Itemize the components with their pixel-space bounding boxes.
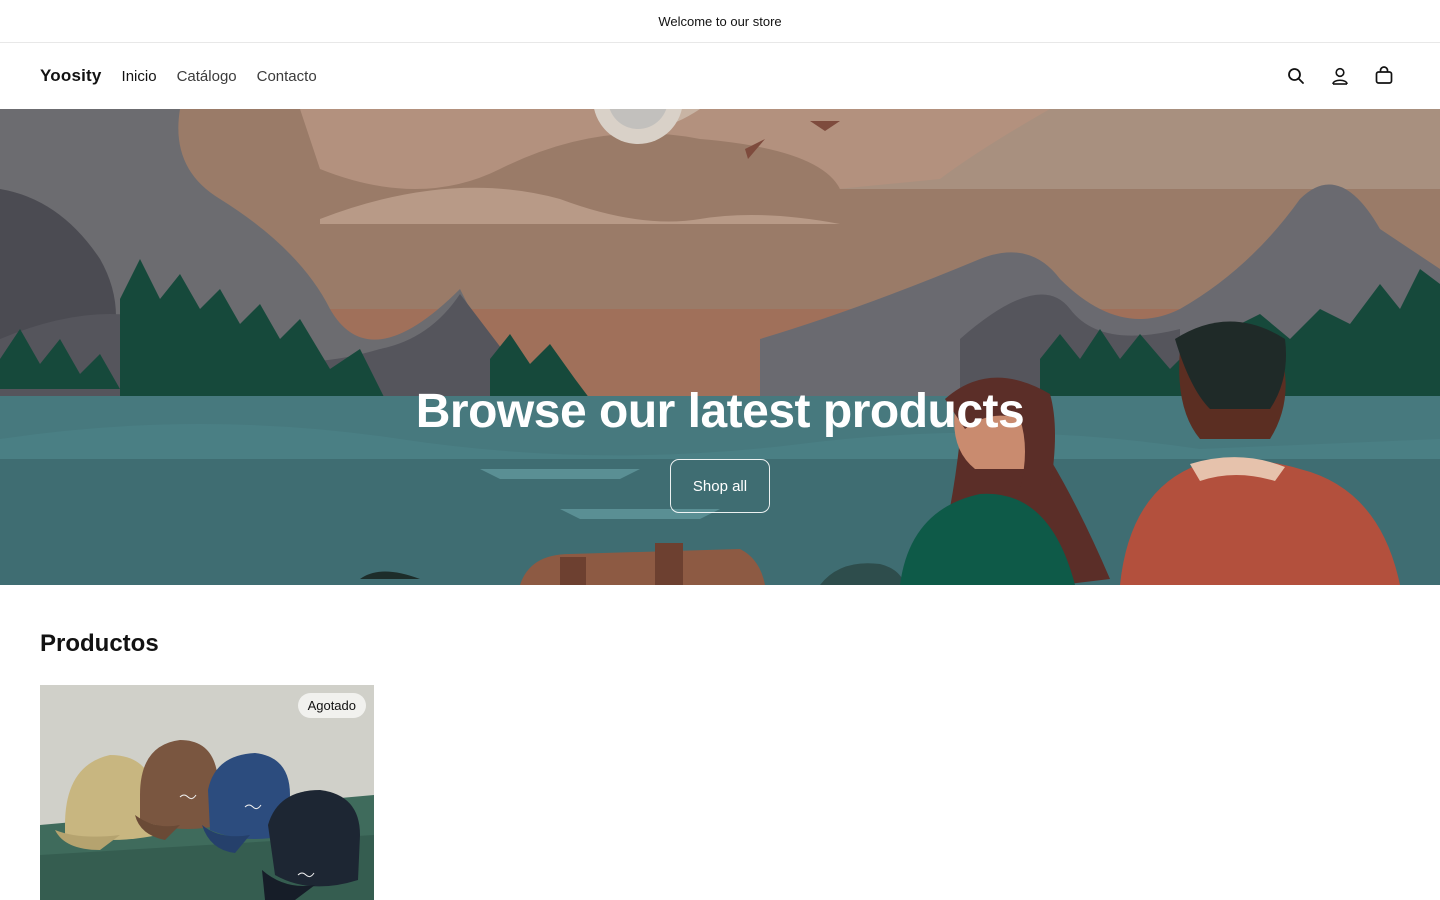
sold-out-badge: Agotado <box>297 693 366 718</box>
hero-title: Browse our latest products <box>415 385 1025 438</box>
header-icons <box>1284 64 1396 88</box>
hero-illustration <box>0 109 1440 585</box>
store-logo[interactable]: Yoosity <box>40 66 102 86</box>
site-header: Yoosity Inicio Catálogo Contacto <box>0 43 1440 109</box>
nav-item-catalogo[interactable]: Catálogo <box>177 68 237 85</box>
cart-icon[interactable] <box>1372 64 1396 88</box>
main-nav: Inicio Catálogo Contacto <box>122 68 317 85</box>
nav-item-contacto[interactable]: Contacto <box>257 68 317 85</box>
account-icon[interactable] <box>1328 64 1352 88</box>
product-card[interactable]: Agotado <box>40 685 374 900</box>
nav-item-inicio[interactable]: Inicio <box>122 68 157 85</box>
shop-all-button[interactable]: Shop all <box>670 459 770 513</box>
products-section-title: Productos <box>40 630 159 657</box>
announcement-text: Welcome to our store <box>658 13 782 29</box>
hero-banner: Browse our latest products Shop all <box>0 109 1440 585</box>
search-icon[interactable] <box>1284 64 1308 88</box>
announcement-bar: Welcome to our store <box>0 0 1440 43</box>
